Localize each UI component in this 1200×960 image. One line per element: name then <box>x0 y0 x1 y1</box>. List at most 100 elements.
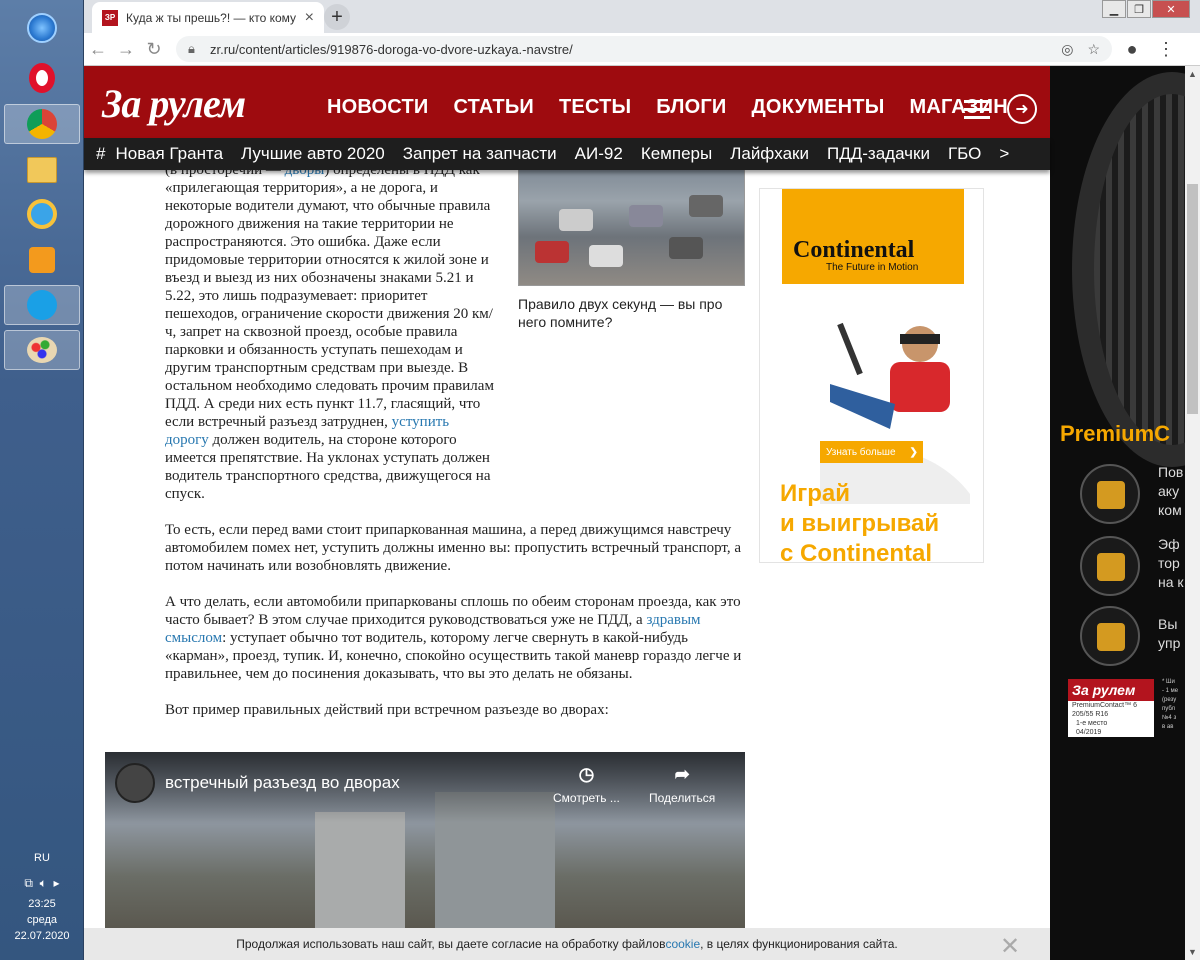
volume-icon[interactable]: 🔈︎ <box>40 876 47 890</box>
forward-arrow-icon[interactable]: → <box>112 39 140 60</box>
menu-item-articles[interactable]: СТАТЬИ <box>453 96 534 119</box>
windows-start-icon <box>27 13 57 43</box>
feature-text-2: Эф тор на к <box>1158 536 1184 590</box>
tag-pdd-tasks[interactable]: ПДД-задачки <box>827 144 930 164</box>
article-photo-traffic[interactable] <box>518 164 745 286</box>
hamburger-menu-icon[interactable] <box>964 100 990 120</box>
article-paragraph-1: (в просторечии — дворы) определены в ПДД… <box>165 161 495 503</box>
article-paragraph-3: А что делать, если автомобили припаркова… <box>165 593 745 683</box>
language-indicator[interactable]: RU <box>0 852 84 864</box>
lock-icon[interactable]: 🔒︎ <box>188 41 200 57</box>
url-text[interactable]: zr.ru/content/articles/919876-doroga-vo-… <box>210 42 1047 57</box>
feature-icon-1 <box>1080 464 1140 524</box>
learn-more-label: Узнать больше <box>826 446 896 458</box>
slogan-line-1: Играй <box>780 480 851 507</box>
award-size: 205/55 R16 <box>1072 711 1109 718</box>
account-icon[interactable]: ● <box>1118 39 1146 60</box>
paragraph-text: : уступает обычно тот водитель, которому… <box>165 630 742 682</box>
reload-icon[interactable]: ↻ <box>140 39 168 60</box>
ad-slogan: Играй и выигрывай с Continental <box>780 479 940 562</box>
paragraph-text: ) определены в ПДД как «прилегающая терр… <box>165 162 494 430</box>
tyre-side-ad[interactable]: PremiumC Пов аку ком Эф тор на к Вы упр За ру… <box>1050 66 1185 960</box>
taskbar-paint[interactable] <box>4 330 80 370</box>
tag-campers[interactable]: Кемперы <box>641 144 712 164</box>
site-logo[interactable]: За рулем <box>102 80 246 127</box>
tray-icons[interactable]: ⧉ 🔈︎ ▸ <box>0 876 84 891</box>
tyre-image <box>1072 72 1185 467</box>
menu-item-blogs[interactable]: БЛОГИ <box>656 96 726 119</box>
taskbar-explorer[interactable] <box>4 150 80 190</box>
car-shape <box>559 209 593 231</box>
slogan-line-2: и выигрывай <box>780 510 940 537</box>
scrollbar-thumb[interactable] <box>1187 184 1198 414</box>
continental-tagline: The Future in Motion <box>826 262 919 273</box>
tags-more-arrow[interactable]: > <box>999 144 1009 164</box>
taskbar-media-player[interactable] <box>4 240 80 280</box>
login-icon[interactable]: ➜ <box>1007 94 1037 124</box>
tracking-eye-icon[interactable]: ◎ <box>1061 41 1073 58</box>
close-tab-icon[interactable]: × <box>305 9 314 27</box>
bookmark-star-icon[interactable]: ☆ <box>1087 41 1100 58</box>
taskbar-skype[interactable] <box>4 285 80 325</box>
scroll-down-arrow-icon[interactable]: ▼ <box>1188 947 1197 957</box>
tag-lifehacks[interactable]: Лайфхаки <box>730 144 809 164</box>
article-paragraph-4: Вот пример правильных действий при встре… <box>165 702 609 718</box>
ad-fine-print: * Ши - 1 ме (резу публ №4 зв ав <box>1162 679 1179 730</box>
tag-parts-ban[interactable]: Запрет на запчасти <box>403 144 557 164</box>
menu-item-documents[interactable]: ДОКУМЕНТЫ <box>751 96 884 119</box>
menu-kebab-icon[interactable]: ⋮ <box>1152 39 1180 60</box>
video-title[interactable]: встречный разъезд во дворах <box>165 773 400 793</box>
article-paragraph-2: То есть, если перед вами стоит припарков… <box>165 522 741 574</box>
network-icon[interactable]: ⧉ <box>24 876 33 890</box>
menu-item-tests[interactable]: ТЕСТЫ <box>559 96 631 119</box>
watch-later-button[interactable]: ◷ Смотреть ... <box>553 764 620 805</box>
close-window-button[interactable]: ✕ <box>1152 0 1190 18</box>
car-shape <box>689 195 723 217</box>
opera-icon <box>29 63 55 93</box>
chevron-right-icon: ❯ <box>909 446 918 458</box>
tray-expand-icon[interactable]: ▸ <box>54 876 60 890</box>
continental-logo: Continental <box>793 237 915 263</box>
minimize-button[interactable]: ▁ <box>1102 0 1126 18</box>
address-bar[interactable]: 🔒︎ zr.ru/content/articles/919876-doroga-… <box>176 36 1112 62</box>
car-shape <box>589 245 623 267</box>
menu-item-shop[interactable]: МАГАЗИН <box>909 96 1007 119</box>
new-tab-button[interactable]: + <box>324 4 350 30</box>
scroll-up-arrow-icon[interactable]: ▲ <box>1188 69 1197 79</box>
menu-item-news[interactable]: НОВОСТИ <box>327 96 428 119</box>
close-cookie-icon[interactable]: ✕ <box>1000 932 1020 960</box>
start-button[interactable] <box>4 8 80 48</box>
taskbar-ie[interactable] <box>4 194 80 234</box>
folder-icon <box>27 157 57 183</box>
clock-weekday: среда <box>26 914 58 926</box>
browser-tabstrip: ЗР Куда ж ты прешь?! — кто кому × + ▁ ❐ … <box>84 0 1200 33</box>
page-scrollbar[interactable]: ▲ ▼ <box>1185 66 1200 960</box>
tag-gbo[interactable]: ГБО <box>948 144 981 164</box>
continental-ad[interactable]: Continental The Future in Motion Узнать … <box>759 188 984 563</box>
window-controls: ▁ ❐ ✕ <box>1101 0 1190 18</box>
tag-ai-92[interactable]: АИ-92 <box>575 144 623 164</box>
tyre-product-name: PremiumC <box>1060 421 1171 446</box>
cookie-link[interactable]: cookie <box>665 937 700 951</box>
back-arrow-icon[interactable]: ← <box>84 39 112 60</box>
browser-tab[interactable]: ЗР Куда ж ты прешь?! — кто кому × <box>92 2 324 33</box>
page-viewport: (в просторечии — дворы) определены в ПДД… <box>84 66 1185 960</box>
tab-title: Куда ж ты прешь?! — кто кому <box>126 10 297 25</box>
site-favicon: ЗР <box>102 9 118 26</box>
share-label: Поделиться <box>649 791 716 805</box>
award-logo-text: За рулем <box>1068 679 1154 701</box>
taskbar-opera[interactable] <box>4 58 80 98</box>
taskbar-chrome[interactable] <box>4 104 80 144</box>
site-header: За рулем НОВОСТИ СТАТЬИ ТЕСТЫ БЛОГИ ДОКУ… <box>84 66 1050 138</box>
learn-more-button[interactable]: Узнать больше ❯ <box>820 441 923 463</box>
share-button[interactable]: ➦ Поделиться <box>649 764 715 805</box>
clock-icon: ◷ <box>578 764 595 784</box>
share-arrow-icon: ➦ <box>674 764 690 784</box>
channel-avatar[interactable] <box>115 763 155 803</box>
maximize-button[interactable]: ❐ <box>1127 0 1151 18</box>
internet-explorer-icon <box>27 199 57 229</box>
tag-best-cars-2020[interactable]: Лучшие авто 2020 <box>241 144 385 164</box>
hash-icon: # <box>96 144 106 163</box>
tag-new-granta[interactable]: Новая Гранта <box>115 144 223 164</box>
clock-time[interactable]: 23:25 <box>0 898 84 910</box>
